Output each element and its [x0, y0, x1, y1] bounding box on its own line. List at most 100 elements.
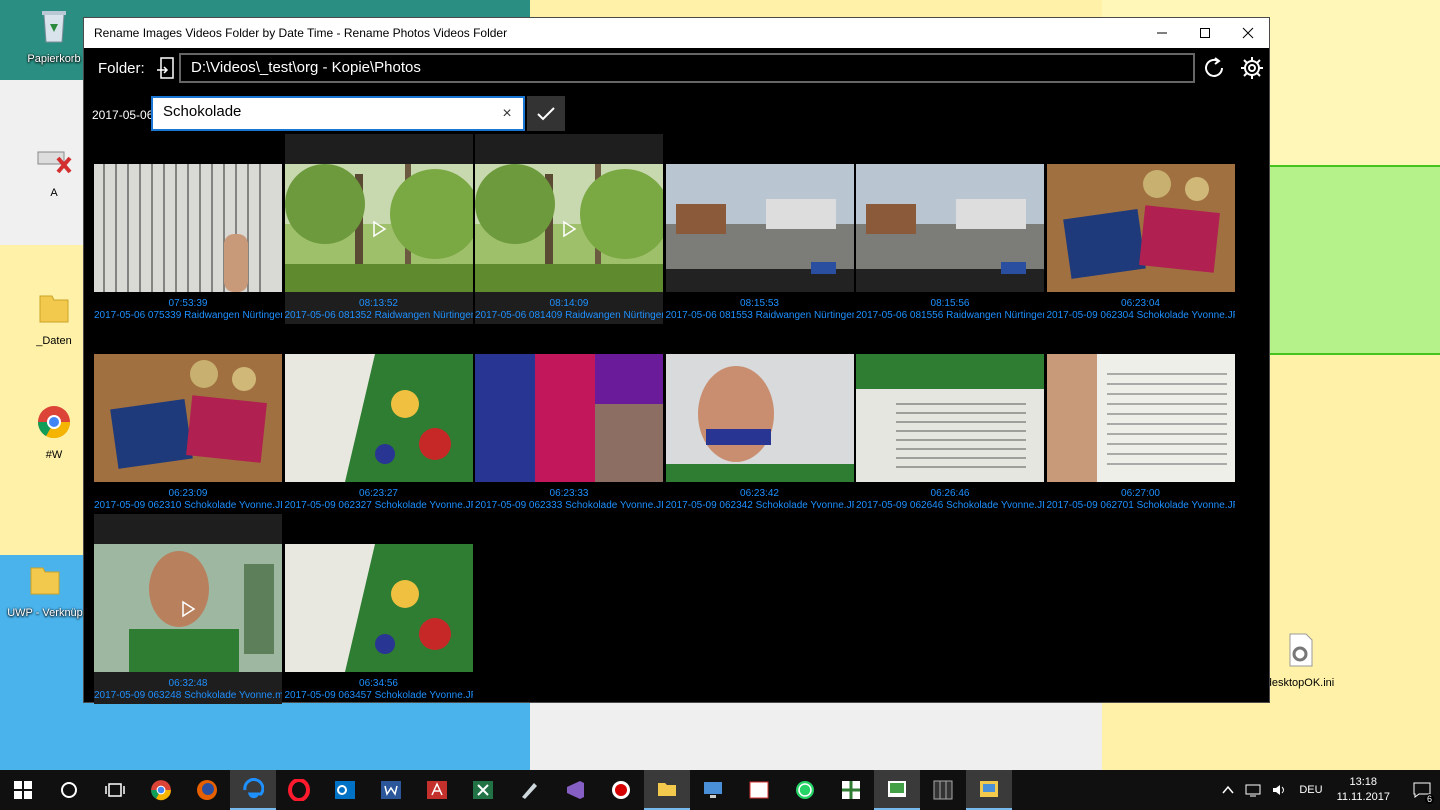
- thumbnail-time: 07:53:39: [168, 298, 208, 309]
- thumbnail-time: 08:15:53: [740, 298, 779, 309]
- desktop-icon-label: UWP - Verknüp: [7, 607, 83, 619]
- thumbnail-time: 06:26:46: [930, 488, 970, 499]
- thumbnail-item[interactable]: 08:13:52 2017-05-06 081352 Raidwangen Nür…: [284, 134, 473, 324]
- desktop-tile: [83, 703, 530, 770]
- thumbnail-time: 06:23:09: [168, 488, 208, 499]
- photo-thumbnail: [665, 164, 854, 292]
- windows-logo-icon: [14, 781, 32, 799]
- thumbnail-filename: 2017-05-06 081556 Raidwangen Nürtingen E…: [856, 310, 1044, 321]
- folder-bar: Folder: D:\Videos\_test\org - Kopie\Phot…: [84, 48, 1269, 88]
- thumbnail-item[interactable]: 06:34:56 2017-05-09 063457 Schokolade Yvo…: [284, 514, 473, 704]
- taskbar: DEU 13:18 11.11.2017 6: [0, 770, 1440, 810]
- snipping-taskbar-button[interactable]: [736, 770, 782, 810]
- close-button[interactable]: [1226, 18, 1269, 48]
- recorder-taskbar-button[interactable]: [598, 770, 644, 810]
- desktop-tile: [1270, 355, 1440, 615]
- folder-icon: [39, 295, 69, 323]
- folder-path-field[interactable]: D:\Videos\_test\org - Kopie\Photos: [179, 53, 1195, 83]
- thumbnail-filename: 2017-05-09 062646 Schokolade Yvonne.JPG: [856, 500, 1044, 511]
- thumbnail-time: 06:32:48: [168, 678, 208, 689]
- thumbnail-filename: 2017-05-09 062310 Schokolade Yvonne.JPG: [94, 500, 282, 511]
- task-view-button[interactable]: [92, 770, 138, 810]
- thumbnail-item[interactable]: 06:23:27 2017-05-09 062327 Schokolade Yvo…: [284, 324, 473, 514]
- visual-studio-taskbar-button[interactable]: [552, 770, 598, 810]
- play-icon: [182, 600, 196, 618]
- clock-time: 13:18: [1349, 776, 1378, 788]
- excel-taskbar-button[interactable]: [460, 770, 506, 810]
- video-thumbnail: [475, 164, 663, 292]
- thumbnail-item[interactable]: 06:26:46 2017-05-09 062646 Schokolade Yvo…: [856, 324, 1044, 514]
- word-icon: [381, 781, 401, 799]
- action-center-button[interactable]: 6: [1404, 770, 1440, 810]
- thumbnail-item[interactable]: 06:27:00 2017-05-09 062701 Schokolade Yvo…: [1046, 324, 1235, 514]
- thumbnail-filename: 2017-05-06 081352 Raidwangen Nürtingen E…: [284, 310, 473, 321]
- photo-thumbnail: [1046, 164, 1235, 292]
- thumbnail-filename: 2017-05-06 075339 Raidwangen Nürtingen E…: [94, 310, 282, 321]
- network-drive-disconnected-icon: [37, 151, 72, 174]
- start-button[interactable]: [0, 770, 46, 810]
- opera-taskbar-button[interactable]: [276, 770, 322, 810]
- checkmark-icon: [537, 106, 555, 120]
- input-language[interactable]: DEU: [1299, 784, 1322, 796]
- outlook-icon: [335, 781, 355, 799]
- edge-taskbar-button[interactable]: [230, 770, 276, 810]
- editor-taskbar-button[interactable]: [506, 770, 552, 810]
- clock[interactable]: 13:18 11.11.2017: [1337, 775, 1390, 805]
- folder-icon: [30, 567, 60, 595]
- calc-taskbar-button[interactable]: [828, 770, 874, 810]
- outlook-taskbar-button[interactable]: [322, 770, 368, 810]
- thumbnail-item[interactable]: 08:14:09 2017-05-06 081409 Raidwangen Nür…: [475, 134, 663, 324]
- settings-file-icon: [1289, 633, 1313, 667]
- whatsapp-taskbar-button[interactable]: [782, 770, 828, 810]
- thumbnail-item[interactable]: 08:15:56 2017-05-06 081556 Raidwangen Nür…: [856, 134, 1044, 324]
- opera-icon: [288, 779, 310, 801]
- clear-input-icon[interactable]: ×: [498, 105, 516, 123]
- thumbnail-item[interactable]: 06:23:33 2017-05-09 062333 Schokolade Yvo…: [475, 324, 663, 514]
- thumbnail-item[interactable]: 07:53:39 2017-05-06 075339 Raidwangen Nür…: [94, 134, 282, 324]
- maximize-icon: [1199, 28, 1210, 38]
- access-taskbar-button[interactable]: [414, 770, 460, 810]
- desktop-tile: [530, 0, 1102, 17]
- thumbnail-filename: 2017-05-09 063248 Schokolade Yvonne.mp4: [94, 690, 282, 701]
- cortana-icon: [61, 782, 77, 798]
- firefox-icon: [197, 780, 217, 800]
- rename-input[interactable]: Schokolade: [151, 96, 525, 131]
- recycle-bin-icon: [42, 11, 66, 43]
- thumbnail-item[interactable]: 06:23:04 2017-05-09 062304 Schokolade Yvo…: [1046, 134, 1235, 324]
- app2-taskbar-button[interactable]: [920, 770, 966, 810]
- firefox-taskbar-button[interactable]: [184, 770, 230, 810]
- accept-button[interactable]: [527, 96, 565, 131]
- volume-icon[interactable]: [1271, 783, 1287, 797]
- refresh-icon[interactable]: [1201, 55, 1227, 81]
- thumbnail-time: 06:34:56: [359, 678, 398, 689]
- desktop-tile: [83, 0, 530, 17]
- folder-picker-icon[interactable]: [155, 56, 179, 80]
- explorer-taskbar-button[interactable]: [644, 770, 690, 810]
- word-taskbar-button[interactable]: [368, 770, 414, 810]
- rename-app-icon: [980, 781, 998, 797]
- file-explorer-icon: [658, 783, 676, 796]
- thumbnail-item[interactable]: 06:32:48 2017-05-09 063248 Schokolade Yvo…: [94, 514, 282, 704]
- photo-thumbnail: [1046, 354, 1235, 482]
- search-button[interactable]: [46, 770, 92, 810]
- maximize-button[interactable]: [1183, 18, 1226, 48]
- thumbnail-filename: 2017-05-06 081409 Raidwangen Nürtingen E…: [475, 310, 663, 321]
- network-icon[interactable]: [1245, 783, 1261, 797]
- desktop-tile: [1270, 165, 1440, 355]
- thumbnail-item[interactable]: 06:23:09 2017-05-09 062310 Schokolade Yvo…: [94, 324, 282, 514]
- title-bar[interactable]: Rename Images Videos Folder by Date Time…: [84, 18, 1269, 48]
- chrome-taskbar-button[interactable]: [138, 770, 184, 810]
- remote-taskbar-button[interactable]: [690, 770, 736, 810]
- uwp-folder-shortcut[interactable]: UWP - Verknüp: [0, 560, 90, 619]
- thumbnail-item[interactable]: 06:23:42 2017-05-09 062342 Schokolade Yvo…: [665, 324, 854, 514]
- system-tray: DEU 13:18 11.11.2017 6: [1221, 770, 1440, 810]
- settings-gear-icon[interactable]: [1239, 55, 1265, 81]
- thumbnail-item[interactable]: 08:15:53 2017-05-06 081553 Raidwangen Nür…: [665, 134, 854, 324]
- rename-app-taskbar-button[interactable]: [966, 770, 1012, 810]
- chevron-up-icon[interactable]: [1221, 783, 1235, 797]
- minimize-button[interactable]: [1140, 18, 1183, 48]
- photo-thumbnail: [284, 354, 473, 482]
- app-taskbar-button[interactable]: [874, 770, 920, 810]
- access-icon: [427, 781, 447, 799]
- thumbnail-time: 06:27:00: [1121, 488, 1160, 499]
